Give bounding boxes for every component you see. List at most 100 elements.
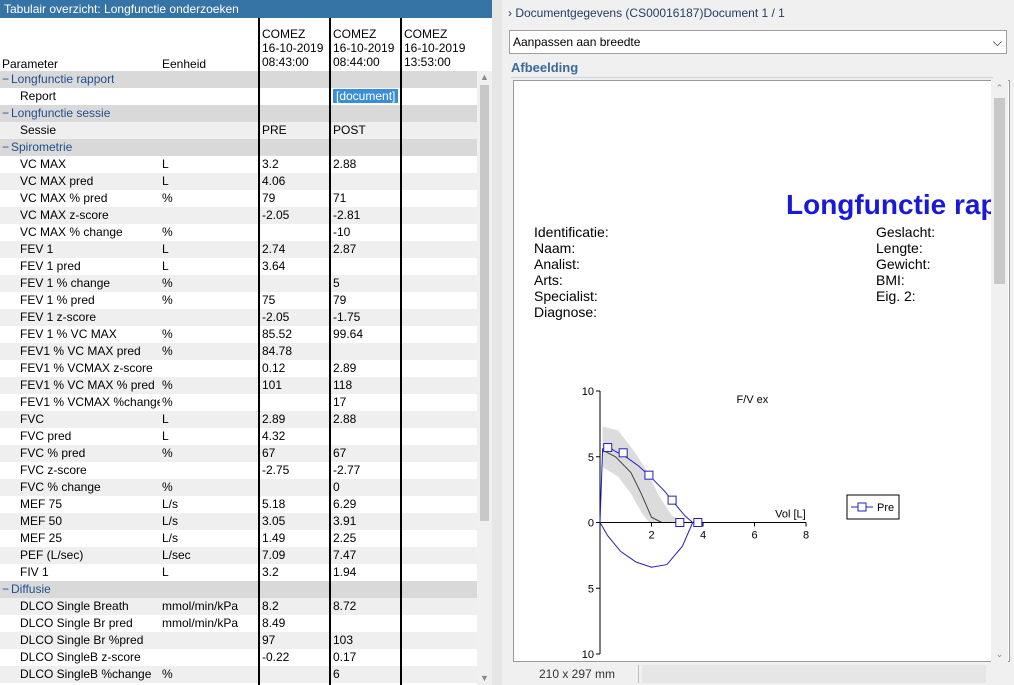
group-label: Spirometrie [11,140,73,154]
table-row[interactable]: FEV1 % VCMAX z-score 0.12 2.89 [0,360,477,377]
table-row[interactable]: VC MAX % change% -10 [0,224,477,241]
scrollbar-thumb[interactable] [480,85,489,521]
document-link[interactable]: [document] [333,89,399,103]
table-row[interactable]: VC MAX L 3.2 2.88 [0,156,477,173]
table-row[interactable]: FEV 1 z-score -2.05 -1.75 [0,309,477,326]
value-cell [404,190,474,207]
document-header[interactable]: › Documentgegevens (CS00016187)Document … [502,0,1014,26]
value-cell: 4.06 [262,174,286,188]
unit-cell: L [162,242,169,256]
parameter-cell: FEV1 % VC MAX % pred [20,378,155,392]
collapse-icon[interactable]: − [2,581,9,598]
value-cell: 2.89 [262,412,286,426]
chevron-right-icon[interactable]: › [508,6,512,20]
document-viewer[interactable]: Longfunctie rap Identificatie: Naam: Ana… [513,80,1010,662]
table-row[interactable]: VC MAX % pred% 79 71 [0,190,477,207]
table-row[interactable]: FEV 1 pred L 3.64 [0,258,477,275]
unit-cell: mmol/min/kPa [162,616,239,630]
table-row[interactable]: Report [document] [0,88,477,105]
collapse-icon[interactable]: − [2,105,9,122]
value-cell: 71 [333,191,347,205]
table-row[interactable]: FEV1 % VCMAX %change% 17 [0,394,477,411]
panel-splitter[interactable] [492,0,502,685]
parameter-cell: FVC [20,412,44,426]
group-header[interactable]: − Longfunctie sessie [0,105,477,122]
table-row[interactable]: MEF 25 L/s 1.49 2.25 [0,530,477,547]
table-row[interactable]: FVC % change% 0 [0,479,477,496]
value-cell: 97 [262,633,276,647]
value-cell: 67 [333,446,347,460]
value-cell [333,343,401,360]
unit-cell: L [162,565,169,579]
scroll-up-icon[interactable]: ⌃ [991,82,1008,94]
table-row[interactable]: Sessie PRE POST [0,122,477,139]
group-label: Diffusie [11,582,51,596]
value-cell [404,224,474,241]
value-cell [404,258,474,275]
table-row[interactable]: FEV 1 L 2.74 2.87 [0,241,477,258]
table-row[interactable]: PEF (L/sec) L/sec 7.09 7.47 [0,547,477,564]
scroll-up-icon[interactable]: ▲ [477,71,492,83]
pre-marker [644,470,654,480]
table-row[interactable]: FEV 1 % change% 5 [0,275,477,292]
table-row[interactable]: FEV1 % VC MAX % pred% 101 118 [0,377,477,394]
field-analist: Analist: [534,256,580,272]
collapse-icon[interactable]: − [2,71,9,88]
horizontal-scrollbar[interactable] [642,665,986,683]
group-header[interactable]: − Spirometrie [0,139,477,156]
zoom-fit-select[interactable]: Aanpassen aan breedte ⌵ [509,30,1007,54]
session-header-3[interactable]: COMEZ 16-10-2019 13:53:00 [404,27,465,69]
vertical-scrollbar[interactable]: ▲ ▼ [477,71,492,685]
scroll-down-icon[interactable]: ▼ [477,672,492,684]
value-cell: 2.74 [262,242,286,256]
value-cell: 8.2 [262,599,279,613]
group-header[interactable]: − Longfunctie rapport [0,71,477,88]
value-cell [333,258,401,275]
value-cell: 8.72 [333,599,357,613]
table-row[interactable]: FVC % pred% 67 67 [0,445,477,462]
chevron-down-icon[interactable]: ⌵ [993,31,1002,53]
group-header[interactable]: − Diffusie [0,581,477,598]
table-row[interactable]: FVC z-score -2.75 -2.77 [0,462,477,479]
table-row[interactable]: FIV 1 L 3.2 1.94 [0,564,477,581]
table-row[interactable]: FEV1 % VC MAX pred% 84.78 [0,343,477,360]
value-cell [404,326,474,343]
table-row[interactable]: MEF 50 L/s 3.05 3.91 [0,513,477,530]
value-cell: [document] [333,88,401,105]
value-cell [404,445,474,462]
x-tick-label: 6 [751,530,757,542]
table-row[interactable]: FVC pred L 4.32 [0,428,477,445]
table-row[interactable]: DLCO SingleB %change% 6 [0,666,477,683]
unit-cell: L/s [162,497,179,511]
scrollbar-thumb[interactable] [994,98,1005,284]
table-row[interactable]: DLCO SingleB z-score -0.22 0.17 [0,649,477,666]
unit-cell: L [162,174,169,188]
value-cell: 5.18 [262,497,286,511]
table-row[interactable]: FVC L 2.89 2.88 [0,411,477,428]
y-tick-label: 0 [588,518,594,530]
column-header-parameter[interactable]: Parameter [2,57,58,71]
session-header-1[interactable]: COMEZ 16-10-2019 08:43:00 [262,27,323,69]
value-cell: 6.29 [333,497,357,511]
value-cell [404,615,474,632]
scroll-down-icon[interactable]: ⌄ [991,648,1008,660]
table-row[interactable]: FEV 1 % pred% 75 79 [0,292,477,309]
field-geslacht: Geslacht: [876,224,936,240]
collapse-icon[interactable]: − [2,139,9,156]
vertical-scrollbar[interactable]: ⌃ ⌄ [991,80,1008,662]
value-cell: 3.64 [262,259,286,273]
unit-cell: % [162,480,173,494]
value-cell: 2.25 [333,531,357,545]
table-row[interactable]: DLCO Single Br %pred 97 103 [0,632,477,649]
table-row[interactable]: DLCO Single Br pred mmol/min/kPa 8.49 [0,615,477,632]
table-row[interactable]: VC MAX pred L 4.06 [0,173,477,190]
table-row[interactable]: FEV 1 % VC MAX% 85.52 99.64 [0,326,477,343]
column-header-unit[interactable]: Eenheid [162,57,206,71]
table-row[interactable]: MEF 75 L/s 5.18 6.29 [0,496,477,513]
table-row[interactable]: VC MAX z-score -2.05 -2.81 [0,207,477,224]
unit-cell [162,88,258,105]
value-cell [404,513,474,530]
value-cell [404,156,474,173]
session-header-2[interactable]: COMEZ 16-10-2019 08:44:00 [333,27,394,69]
table-row[interactable]: DLCO Single Breath mmol/min/kPa 8.2 8.72 [0,598,477,615]
